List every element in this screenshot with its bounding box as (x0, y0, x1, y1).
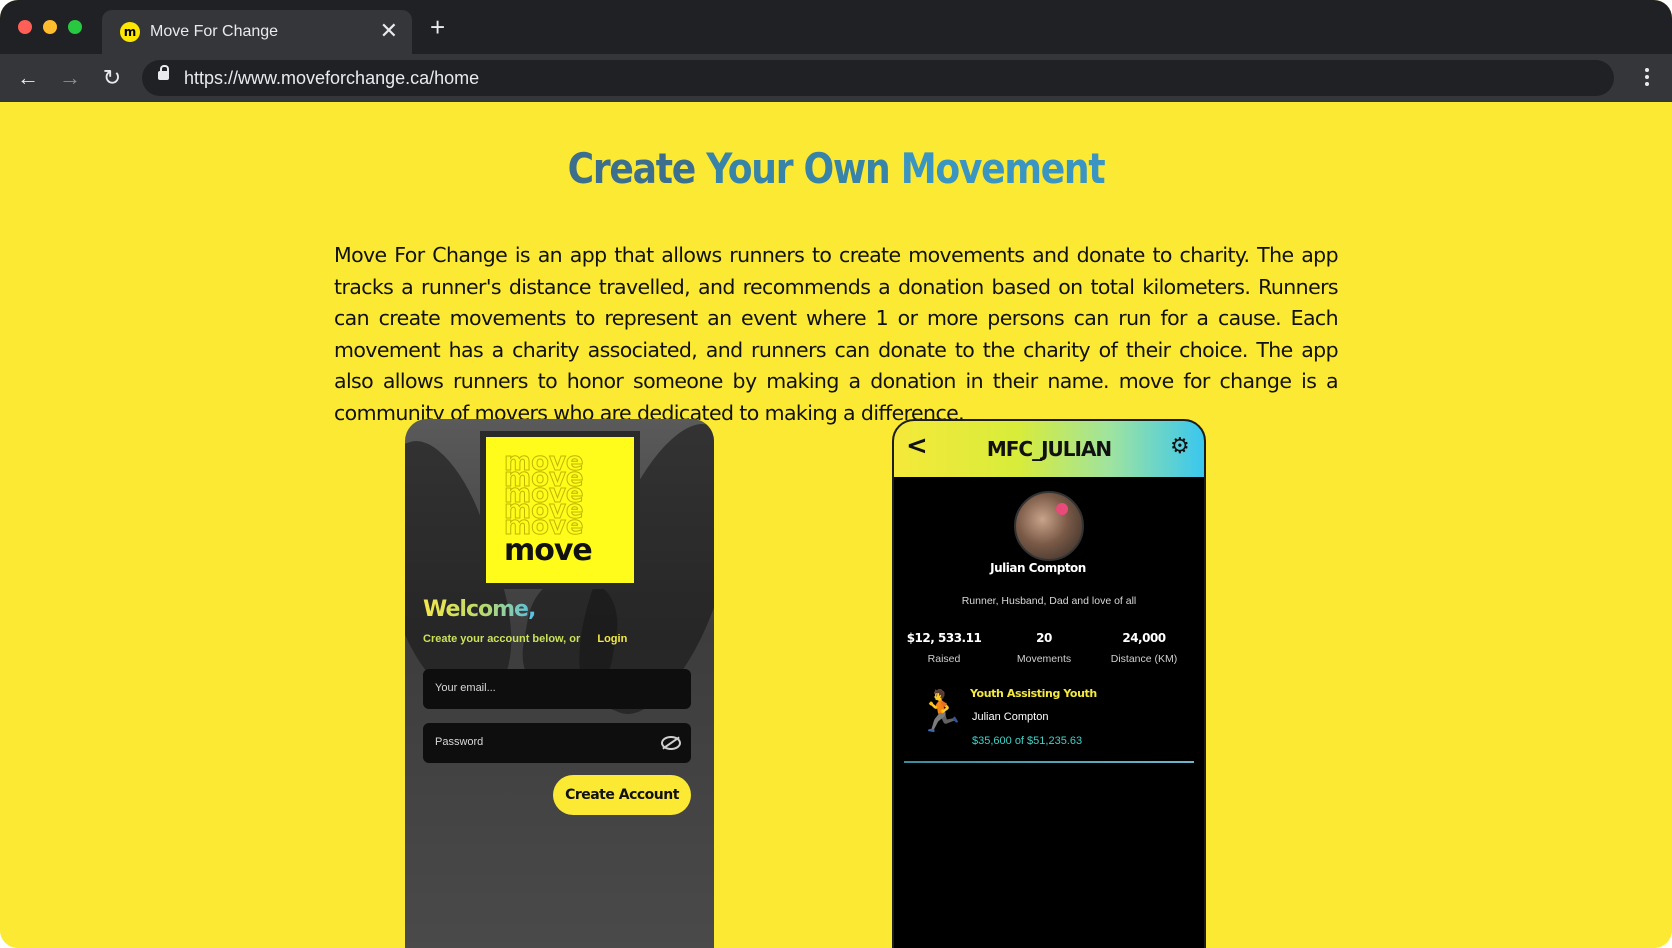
reload-icon[interactable]: ↻ (100, 66, 124, 90)
signup-subtitle: Create your account below, or (423, 633, 581, 645)
hide-password-icon[interactable] (661, 736, 681, 750)
running-person-icon: 🏃 (916, 690, 966, 734)
movement-owner: Julian Compton (972, 711, 1049, 723)
app-description: Move For Change is an app that allows ru… (334, 243, 1339, 425)
maximize-window-button[interactable] (68, 20, 82, 34)
page-content: Create Your Own Movement Move For Change… (0, 102, 1672, 948)
avatar (1014, 491, 1084, 561)
stat-value: 20 (1036, 631, 1052, 645)
close-window-button[interactable] (18, 20, 32, 34)
headline-word-1: Create (567, 144, 697, 193)
lock-icon (158, 65, 169, 80)
stat-movements: 20 Movements (994, 631, 1094, 665)
new-tab-icon[interactable]: + (430, 14, 445, 40)
browser-window: m Move For Change ✕ + ← → ↻ https://www.… (0, 0, 1672, 948)
email-field[interactable]: Your email... (423, 669, 691, 709)
stat-distance: 24,000 Distance (KM) (1094, 631, 1194, 665)
page-title: Create Your Own Movement (117, 144, 1555, 193)
back-arrow-icon[interactable]: ← (16, 66, 40, 90)
avatar-flower-detail (1056, 503, 1068, 515)
move-logo: move move move move move move (480, 431, 640, 589)
welcome-heading: Welcome, (423, 597, 536, 622)
create-account-button[interactable]: Create Account (553, 775, 691, 815)
profile-username: MFC_JULIAN (986, 437, 1112, 461)
profile-name: Julian Compton (990, 561, 1086, 575)
password-field[interactable]: Password (423, 723, 691, 763)
close-tab-icon[interactable]: ✕ (380, 20, 398, 42)
headline-word-2: Your Own (706, 144, 891, 193)
headline-word-3: Movement (900, 144, 1106, 193)
minimize-window-button[interactable] (43, 20, 57, 34)
kebab-menu-icon[interactable] (1642, 66, 1652, 90)
tab-title: Move For Change (150, 23, 279, 40)
signup-subtitle-row: Create your account below, or Login (423, 633, 627, 645)
profile-bio: Runner, Husband, Dad and love of all (961, 595, 1137, 607)
password-placeholder: Password (435, 736, 484, 748)
stat-label: Distance (KM) (1110, 653, 1178, 665)
login-link[interactable]: Login (597, 633, 627, 645)
logo-word: move (504, 533, 593, 568)
stat-label: Raised (927, 653, 961, 665)
address-bar[interactable]: https://www.moveforchange.ca/home (142, 60, 1614, 96)
stat-value: 24,000 (1122, 631, 1166, 645)
movement-title[interactable]: Youth Assisting Youth (970, 687, 1097, 700)
email-placeholder: Your email... (435, 682, 496, 694)
tab-move-for-change[interactable]: m Move For Change ✕ (102, 10, 412, 54)
favicon-icon: m (120, 22, 140, 42)
movement-divider (904, 761, 1194, 763)
browser-toolbar: ← → ↻ https://www.moveforchange.ca/home (0, 54, 1672, 102)
gear-icon[interactable]: ⚙ (1170, 435, 1192, 457)
stat-raised: $12, 533.11 Raised (894, 631, 994, 665)
signup-phone-mockup: move move move move move move Welcome, C… (405, 419, 714, 948)
tab-bar: m Move For Change ✕ + (0, 0, 1672, 54)
profile-header: < MFC_JULIAN ⚙ (894, 421, 1204, 477)
stat-value: $12, 533.11 (906, 631, 982, 645)
stat-label: Movements (1016, 653, 1072, 665)
profile-phone-mockup: < MFC_JULIAN ⚙ Julian Compton Runner, Hu… (892, 419, 1206, 948)
forward-arrow-icon[interactable]: → (58, 66, 82, 90)
url-text[interactable]: https://www.moveforchange.ca/home (184, 68, 479, 88)
movement-amount: $35,600 of $51,235.63 (972, 735, 1083, 747)
